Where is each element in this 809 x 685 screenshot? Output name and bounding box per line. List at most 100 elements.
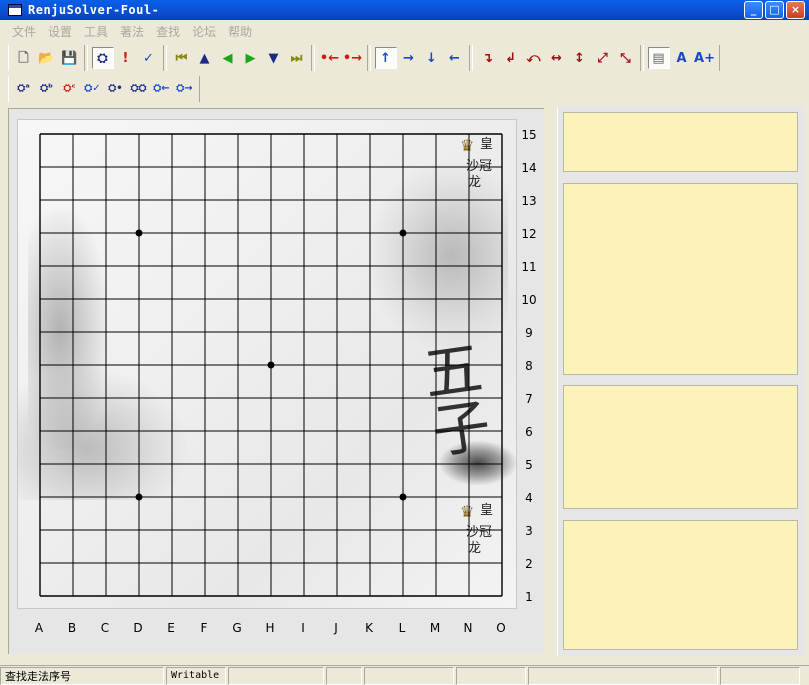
info-panel-comments[interactable] — [563, 183, 798, 375]
menu-item-2[interactable]: 工具 — [78, 23, 114, 40]
checkmark-icon[interactable]: ✓ — [138, 47, 160, 69]
rotate-180-icon[interactable]: ⤺ — [523, 47, 545, 69]
new-file-icon[interactable]: 🗋 — [13, 47, 35, 69]
column-label: H — [265, 621, 275, 635]
search-tool-2-icon[interactable]: ⛭ᵇ — [36, 78, 58, 100]
toolbar-group-4: ↑ → ↓ ← — [370, 45, 470, 71]
maximize-button[interactable]: □ — [765, 1, 784, 19]
column-label: D — [133, 621, 143, 635]
row-label: 13 — [521, 194, 537, 208]
column-label: L — [398, 621, 406, 635]
star-point-L4 — [399, 493, 407, 501]
main-toolbar: 🗋 📂 💾 ⛭! ✓ ⏮ ▲ ◀ ▶ ▼ ⏭ •← •→ ↑ → ↓ ← ↴ ↲ ⤺ ↔ ↕ ⤢ ⤡ ▤ A A+ — [8, 45, 722, 71]
status-cell-3 — [228, 666, 324, 685]
status-bar: 查找走法序号 Writable — [0, 665, 809, 685]
row-label: 4 — [525, 491, 533, 505]
board-grid[interactable] — [18, 120, 518, 610]
menu-item-1[interactable]: 设置 — [42, 23, 78, 40]
font-larger-icon[interactable]: A+ — [694, 47, 716, 69]
dot-right-icon[interactable]: •→ — [342, 47, 364, 69]
column-label: N — [463, 621, 473, 635]
row-label: 12 — [521, 227, 537, 241]
column-label: A — [34, 621, 44, 635]
row-label: 5 — [525, 458, 533, 472]
column-label: F — [200, 621, 208, 635]
shift-down-icon[interactable]: ↓ — [421, 47, 443, 69]
binoculars-icon[interactable]: ⛭ — [91, 47, 114, 69]
flip-diagonal-icon[interactable]: ⤢ — [592, 47, 614, 69]
arrow-left-triangle-icon[interactable]: ◀ — [217, 47, 239, 69]
status-cell-6 — [456, 666, 526, 685]
search-tool-6-icon[interactable]: ⛭⛭ — [128, 78, 150, 100]
dot-left-icon[interactable]: •← — [319, 47, 341, 69]
column-label: K — [365, 621, 373, 635]
row-label: 2 — [525, 557, 533, 571]
info-panel-top[interactable] — [563, 112, 798, 172]
last-move-icon[interactable]: ⏭ — [286, 47, 308, 69]
info-panel-notes[interactable] — [563, 385, 798, 509]
exclamation-icon[interactable]: ! — [115, 47, 137, 69]
status-message: 查找走法序号 — [0, 666, 164, 685]
column-labels: A B C D E F G H I J K L M N O — [9, 621, 545, 637]
row-label: 10 — [521, 293, 537, 307]
shift-up-icon[interactable]: ↑ — [374, 47, 397, 69]
star-point-D12 — [135, 229, 143, 237]
search-tool-4-icon[interactable]: ⛭✓ — [82, 78, 104, 100]
search-toolbar-group: ⛭ᵃ ⛭ᵇ ⛭ᶜ ⛭✓ ⛭• ⛭⛭ ⛭← ⛭→ — [8, 76, 200, 102]
search-toolbar: ⛭ᵃ ⛭ᵇ ⛭ᶜ ⛭✓ ⛭• ⛭⛭ ⛭← ⛭→ — [8, 76, 202, 102]
info-panel-bottom[interactable] — [563, 520, 798, 650]
minimize-button[interactable]: _ — [744, 1, 763, 19]
font-normal-icon[interactable]: A — [671, 47, 693, 69]
toolbar-group-3: •← •→ — [314, 45, 368, 71]
status-cell-7 — [528, 666, 718, 685]
search-tool-3-icon[interactable]: ⛭ᶜ — [59, 78, 81, 100]
open-folder-icon[interactable]: 📂 — [36, 47, 58, 69]
shift-left-icon[interactable]: ← — [444, 47, 466, 69]
search-tool-5-icon[interactable]: ⛭• — [105, 78, 127, 100]
row-label: 3 — [525, 524, 533, 538]
close-button[interactable]: × — [786, 1, 805, 19]
toolbar-group-1: ⛭! ✓ — [87, 45, 164, 71]
shift-right-icon[interactable]: → — [398, 47, 420, 69]
arrow-down-triangle-icon[interactable]: ▼ — [263, 47, 285, 69]
arrow-up-triangle-icon[interactable]: ▲ — [194, 47, 216, 69]
flip-antidiagonal-icon[interactable]: ⤡ — [615, 47, 637, 69]
menu-item-4[interactable]: 查找 — [150, 23, 186, 40]
status-cell-5 — [364, 666, 454, 685]
menu-item-3[interactable]: 著法 — [114, 23, 150, 40]
board-background: 五子 ♛ 皇 沙冠 龙 ♛ 皇 沙冠 龙 — [17, 119, 518, 610]
row-label: 11 — [521, 260, 537, 274]
row-label: 1 — [525, 590, 533, 604]
window-title: RenjuSolver-Foul- — [28, 3, 160, 17]
menu-bar: 文件 设置 工具 著法 查找 论坛 帮助 — [0, 21, 809, 41]
title-bar[interactable]: RenjuSolver-Foul- _ □ × — [0, 0, 809, 20]
rotate-ccw-icon[interactable]: ↲ — [500, 47, 522, 69]
row-label: 15 — [521, 128, 537, 142]
save-icon[interactable]: 💾 — [59, 47, 81, 69]
row-label: 9 — [525, 326, 533, 340]
column-label: J — [334, 621, 338, 635]
star-point-H8 — [267, 361, 275, 369]
menu-item-5[interactable]: 论坛 — [186, 23, 222, 40]
search-tool-1-icon[interactable]: ⛭ᵃ — [13, 78, 35, 100]
search-tool-7-icon[interactable]: ⛭← — [151, 78, 173, 100]
row-label: 8 — [525, 359, 533, 373]
star-point-L12 — [399, 229, 407, 237]
menu-item-6[interactable]: 帮助 — [222, 23, 258, 40]
window-controls: _ □ × — [744, 1, 805, 19]
first-move-icon[interactable]: ⏮ — [171, 47, 193, 69]
column-label: B — [67, 621, 77, 635]
column-label: I — [301, 621, 305, 635]
rotate-cw-icon[interactable]: ↴ — [477, 47, 499, 69]
flip-horizontal-icon[interactable]: ↔ — [546, 47, 568, 69]
search-tool-8-icon[interactable]: ⛭→ — [174, 78, 196, 100]
menu-item-0[interactable]: 文件 — [6, 23, 42, 40]
flip-vertical-icon[interactable]: ↕ — [569, 47, 591, 69]
text-box-icon[interactable]: ▤ — [647, 47, 670, 69]
arrow-right-triangle-icon[interactable]: ▶ — [240, 47, 262, 69]
status-cell-4 — [326, 666, 362, 685]
column-label: E — [167, 621, 175, 635]
column-label: G — [232, 621, 242, 635]
status-writable: Writable — [166, 666, 226, 685]
row-label: 14 — [521, 161, 537, 175]
